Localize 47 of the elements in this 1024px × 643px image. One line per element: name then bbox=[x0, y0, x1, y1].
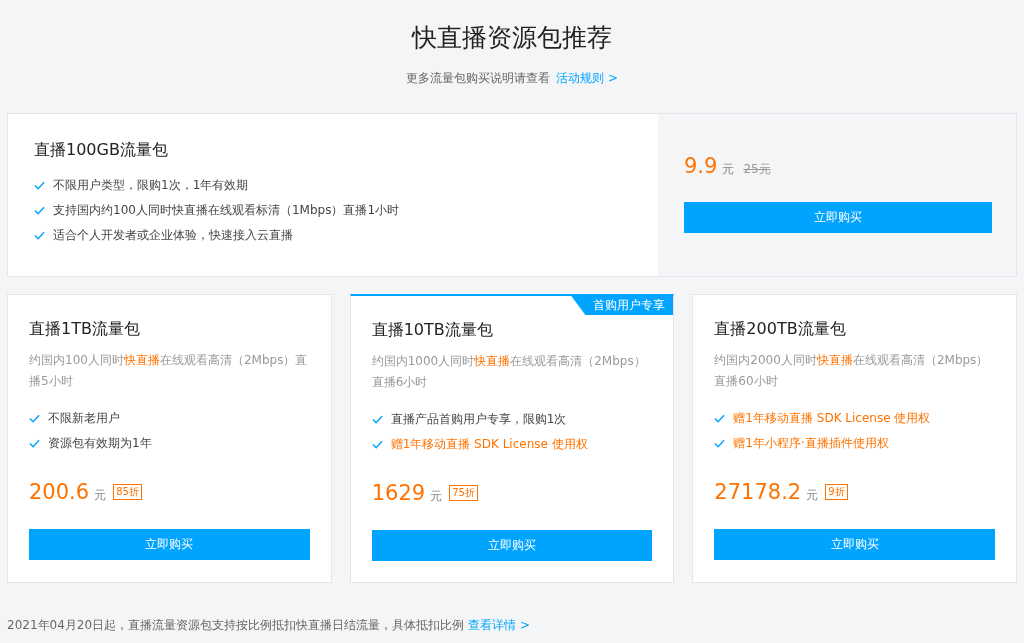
feature-text: 赠1年移动直播 SDK License 使用权 bbox=[733, 410, 931, 427]
page-title: 快直播资源包推荐 bbox=[410, 22, 613, 54]
feature-text: 资源包有效期为1年 bbox=[48, 435, 152, 452]
check-icon bbox=[34, 206, 45, 215]
price-text: 27178.2 bbox=[714, 480, 802, 504]
price-text: 200.6 bbox=[29, 480, 90, 504]
feature-text: 适合个人开发者或企业体验，快速接入云直播 bbox=[53, 227, 293, 244]
buy-button[interactable]: 立即购买 bbox=[684, 202, 992, 233]
buy-button[interactable]: 立即购买 bbox=[714, 529, 995, 560]
discount-tag: 85折 bbox=[113, 484, 142, 500]
package-title: 直播10TB流量包 bbox=[371, 320, 494, 341]
discount-tag: 75折 bbox=[449, 485, 478, 501]
details-link[interactable]: 查看详情 > bbox=[468, 617, 530, 634]
feature-text: 不限用户类型，限购1次，1年有效期 bbox=[53, 177, 249, 194]
feature-text: 直播产品首购用户专享，限购1次 bbox=[390, 411, 567, 428]
check-icon bbox=[371, 440, 383, 449]
check-icon bbox=[34, 231, 45, 240]
unit-text: 元 bbox=[94, 487, 107, 504]
discount-tag: 9折 bbox=[825, 484, 848, 500]
package-title: 直播100GB流量包 bbox=[34, 140, 169, 161]
unit-text: 元 bbox=[806, 487, 819, 504]
check-icon bbox=[714, 439, 726, 448]
package-title: 直播1TB流量包 bbox=[29, 319, 141, 340]
buy-button[interactable]: 立即购买 bbox=[29, 529, 310, 560]
badge: 首购用户专享 bbox=[571, 296, 674, 315]
feature-text: 支持国内约100人同时快直播在线观看标清（1Mbps）直播1小时 bbox=[53, 202, 399, 219]
subtitle-text: 更多流量包购买说明请查看 bbox=[406, 70, 551, 87]
buy-button[interactable]: 立即购买 bbox=[371, 530, 653, 561]
description-text: 约国内2000人同时快直播在线观看高清（2Mbps）直播60小时 bbox=[714, 352, 990, 390]
check-icon bbox=[34, 181, 45, 190]
description-text: 约国内100人同时快直播在线观看高清（2Mbps）直播5小时 bbox=[29, 352, 309, 390]
check-icon bbox=[29, 439, 40, 448]
unit-text: 元 bbox=[430, 488, 443, 505]
price-text: 9.9 bbox=[684, 154, 718, 178]
description-text: 约国内1000人同时快直播在线观看高清（2Mbps）直播6小时 bbox=[371, 353, 647, 391]
original-price-text: 25元 bbox=[743, 161, 771, 178]
feature-text: 赠1年移动直播 SDK License 使用权 bbox=[390, 436, 588, 453]
check-icon bbox=[371, 415, 383, 424]
feature-text: 不限新老用户 bbox=[48, 410, 120, 427]
check-icon bbox=[29, 414, 40, 423]
feature-text: 赠1年小程序·直播插件使用权 bbox=[733, 435, 889, 452]
package-title: 直播200TB流量包 bbox=[714, 319, 847, 340]
unit-text: 元 bbox=[722, 161, 735, 178]
price-text: 1629 bbox=[371, 481, 426, 505]
rules-link[interactable]: 活动规则 > bbox=[556, 70, 618, 87]
check-icon bbox=[714, 414, 726, 423]
footer-text: 2021年04月20日起，直播流量资源包支持按比例抵扣快直播日结流量，具体抵扣比例 bbox=[7, 617, 465, 634]
